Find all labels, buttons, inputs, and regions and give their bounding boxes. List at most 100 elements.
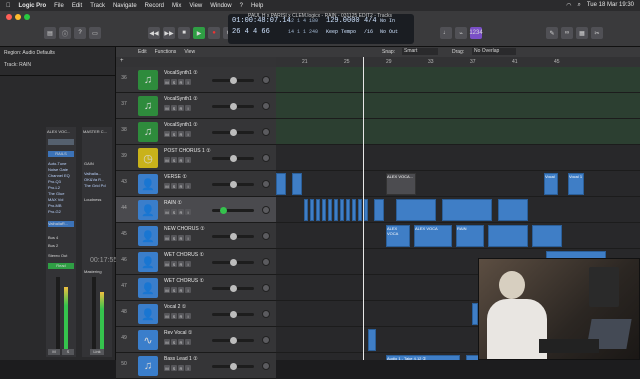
mute-button[interactable]: M	[164, 261, 170, 267]
record-enable-button[interactable]: R	[178, 287, 184, 293]
track-volume-slider[interactable]	[212, 181, 254, 188]
keyboard-icon[interactable]: ♫	[138, 122, 158, 142]
mute-button[interactable]: M	[164, 131, 170, 137]
pan-knob[interactable]	[262, 362, 270, 370]
audio-region[interactable]	[374, 199, 384, 221]
pan-knob[interactable]	[262, 76, 270, 84]
track-volume-slider[interactable]	[212, 129, 254, 136]
strip-b-fader[interactable]	[92, 277, 96, 349]
volume-knob[interactable]	[230, 363, 237, 370]
solo-button[interactable]: S	[171, 313, 177, 319]
input-monitor-button[interactable]: I	[185, 131, 191, 137]
volume-knob[interactable]	[230, 285, 237, 292]
track-volume-slider[interactable]	[212, 311, 254, 318]
volume-knob[interactable]	[230, 77, 237, 84]
tuner-button[interactable]: ⌁	[455, 27, 467, 39]
audio-region[interactable]	[304, 199, 308, 221]
mute-button[interactable]: M	[164, 339, 170, 345]
audio-region[interactable]	[396, 199, 436, 221]
track-row[interactable]: 50 ♫ Bass Lead 1 ① MSRI	[116, 353, 276, 379]
track-name[interactable]: RAIN ①	[164, 200, 182, 206]
functions-menu[interactable]: Functions	[155, 49, 177, 55]
track-name[interactable]: VocalSynth1 ①	[164, 96, 198, 102]
region-label[interactable]: Region: Audio Defaults	[4, 50, 55, 56]
record-enable-button[interactable]: R	[178, 105, 184, 111]
menu-file[interactable]: File	[54, 3, 64, 9]
track-row[interactable]: 36 ♫ VocalSynth1 ① MSRI	[116, 67, 276, 93]
track-row[interactable]: 37 ♫ VocalSynth1 ① MSRI	[116, 93, 276, 119]
track-volume-slider[interactable]	[212, 363, 254, 370]
snap-select[interactable]: Smart	[402, 48, 438, 55]
audio-region[interactable]	[364, 199, 368, 221]
volume-knob[interactable]	[230, 129, 237, 136]
record-enable-button[interactable]: R	[178, 235, 184, 241]
track-lane[interactable]	[276, 119, 640, 145]
volume-knob[interactable]	[230, 337, 237, 344]
track-volume-slider[interactable]	[212, 77, 254, 84]
send-valhalla[interactable]: ValhallaR...	[48, 221, 74, 227]
plugin-slot[interactable]: Pro-G2	[48, 209, 74, 215]
keyboard-icon[interactable]: ♫	[138, 356, 158, 376]
record-enable-button[interactable]: R	[178, 131, 184, 137]
solo-button[interactable]: S	[171, 157, 177, 163]
person-icon[interactable]: 👤	[138, 252, 158, 272]
audio-region[interactable]	[276, 173, 286, 195]
mute-button[interactable]: M	[164, 79, 170, 85]
audio-region[interactable]	[488, 225, 528, 247]
forward-button[interactable]: ▶▶	[163, 27, 175, 39]
audio-region[interactable]	[352, 199, 356, 221]
person-icon[interactable]: 👤	[138, 174, 158, 194]
track-row[interactable]: 49 ∿ Rev Vocal ① MSRI	[116, 327, 276, 353]
track-lane[interactable]	[276, 145, 640, 171]
bus-a[interactable]: Bus 4	[48, 235, 58, 240]
minimize-button[interactable]	[15, 14, 21, 20]
automation-read[interactable]: Read	[48, 263, 74, 269]
track-row[interactable]: 46 👤 WET CHORUS ① MSRI	[116, 249, 276, 275]
mute-button[interactable]: M	[164, 365, 170, 371]
keyboard-icon[interactable]: ♫	[138, 96, 158, 116]
audio-region[interactable]	[310, 199, 314, 221]
pan-knob[interactable]	[262, 258, 270, 266]
stop-button[interactable]: ■	[178, 27, 190, 39]
audio-region[interactable]: Vocal 1	[568, 173, 584, 195]
audio-region[interactable]: ALEX VOCA...	[386, 173, 416, 195]
track-name[interactable]: VocalSynth1 ①	[164, 122, 198, 128]
input-monitor-button[interactable]: I	[185, 339, 191, 345]
count-in-button[interactable]: 1234	[469, 27, 483, 39]
pan-knob[interactable]	[262, 180, 270, 188]
wifi-icon[interactable]: ◠	[566, 2, 571, 9]
track-row[interactable]: 44 👤 RAIN ① MSRI	[116, 197, 276, 223]
ruler[interactable]: 21 25 29 33 37 41 45	[276, 57, 640, 67]
track-volume-slider[interactable]	[212, 155, 254, 162]
audio-region[interactable]	[334, 199, 338, 221]
track-volume-slider[interactable]	[212, 103, 254, 110]
pan-knob[interactable]	[262, 284, 270, 292]
input-monitor-button[interactable]: I	[185, 183, 191, 189]
audio-region[interactable]	[532, 225, 562, 247]
quick-help-button[interactable]: ?	[74, 27, 86, 39]
mute-button[interactable]: M	[164, 105, 170, 111]
solo-button[interactable]: S	[171, 131, 177, 137]
audio-region[interactable]	[358, 199, 362, 221]
track-name[interactable]: Bass Lead 1 ①	[164, 356, 198, 362]
edit-menu[interactable]: Edit	[138, 49, 147, 55]
clock-text[interactable]: Tue 18 Mar 19:30	[587, 2, 634, 9]
audio-region[interactable]: ALEX VOCA	[414, 225, 452, 247]
volume-knob[interactable]	[230, 103, 237, 110]
pan-knob[interactable]	[262, 310, 270, 318]
solo-button[interactable]: S	[171, 365, 177, 371]
volume-knob[interactable]	[230, 181, 237, 188]
pan-knob[interactable]	[262, 128, 270, 136]
volume-knob[interactable]	[220, 207, 227, 214]
browser-button[interactable]: ▦	[576, 27, 588, 39]
rewind-button[interactable]: ◀◀	[148, 27, 160, 39]
zoom-button[interactable]	[24, 14, 30, 20]
solo-button[interactable]: S	[171, 261, 177, 267]
solo-button[interactable]: S	[171, 105, 177, 111]
library-button[interactable]: ▤	[44, 27, 56, 39]
apple-icon[interactable]: 	[6, 3, 11, 9]
waveform-icon[interactable]: ∿	[138, 330, 158, 350]
menu-edit[interactable]: Edit	[72, 3, 82, 9]
menu-track[interactable]: Track	[90, 3, 105, 9]
mute-button[interactable]: M	[164, 183, 170, 189]
